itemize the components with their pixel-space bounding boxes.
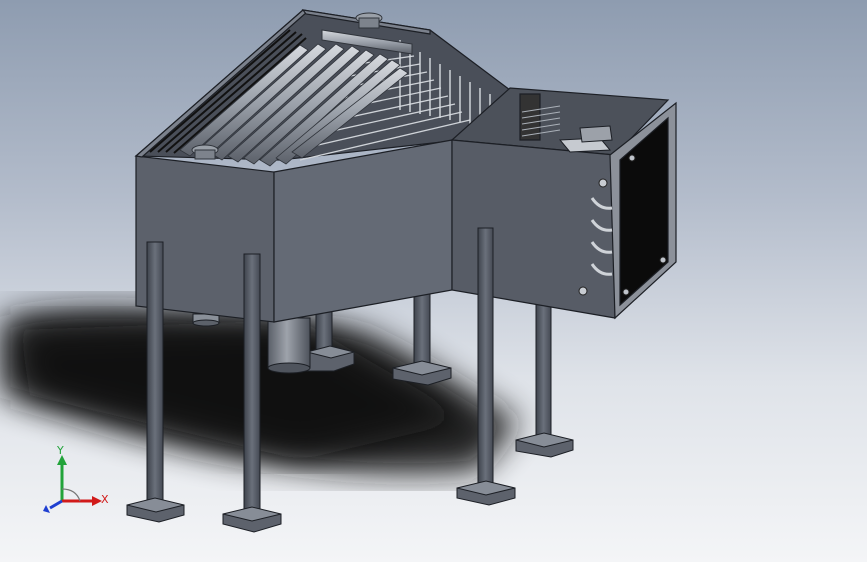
triad-arc-icon xyxy=(61,488,81,502)
bottom-outlet-pipe xyxy=(267,317,311,374)
axis-triad: Y X xyxy=(43,445,109,513)
y-axis-label: Y xyxy=(56,445,64,457)
cad-viewport[interactable]: Y X xyxy=(0,0,867,562)
z-axis-arrow xyxy=(49,499,63,510)
support-leg xyxy=(515,299,574,458)
model-scene[interactable] xyxy=(0,0,867,562)
x-axis-label: X xyxy=(101,493,109,506)
tube-header-bottom xyxy=(191,144,219,160)
drain-nozzle xyxy=(192,313,220,327)
support-leg xyxy=(392,289,452,386)
